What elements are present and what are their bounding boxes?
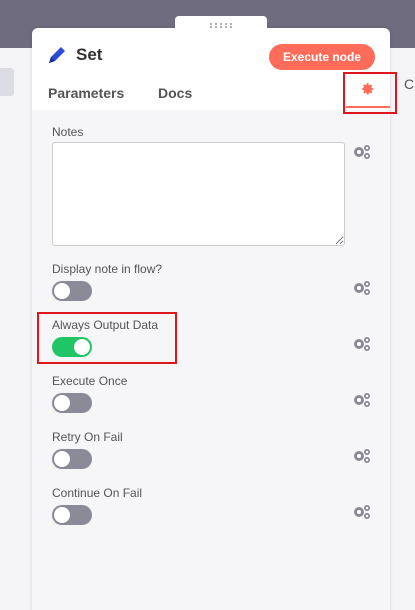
continue-on-fail-toggle[interactable]	[52, 505, 92, 525]
tab-settings[interactable]	[346, 82, 390, 108]
toggle-knob	[54, 451, 70, 467]
retry-on-fail-label: Retry On Fail	[52, 430, 123, 444]
execute-node-button[interactable]: Execute node	[269, 44, 375, 70]
node-title-row[interactable]: Set	[46, 44, 102, 66]
toggle-knob	[54, 395, 70, 411]
toggle-knob	[74, 339, 90, 355]
panel-drag-handle[interactable]	[175, 16, 267, 34]
always-output-label: Always Output Data	[52, 318, 159, 332]
tab-docs[interactable]: Docs	[158, 85, 192, 101]
toggle-knob	[54, 283, 70, 299]
node-title: Set	[76, 45, 103, 64]
panel-header: Set Execute node Parameters Docs	[32, 28, 390, 110]
gear-icon	[362, 83, 374, 95]
pencil-icon	[49, 47, 65, 63]
gear-options-icon[interactable]	[352, 280, 372, 296]
gear-options-icon[interactable]	[352, 144, 372, 160]
continue-on-fail-label: Continue On Fail	[52, 486, 143, 500]
display-note-toggle[interactable]	[52, 281, 92, 301]
gear-options-icon[interactable]	[352, 336, 372, 352]
gear-options-icon[interactable]	[352, 448, 372, 464]
canvas-left-node-stub	[0, 68, 14, 96]
retry-on-fail-toggle[interactable]	[52, 449, 92, 469]
toggle-knob	[54, 507, 70, 523]
tab-parameters[interactable]: Parameters	[48, 85, 124, 101]
canvas-right-text: C	[404, 76, 415, 92]
gear-options-icon[interactable]	[352, 392, 372, 408]
execute-once-label: Execute Once	[52, 374, 128, 388]
display-note-label: Display note in flow?	[52, 262, 163, 276]
notes-textarea[interactable]	[52, 142, 345, 246]
gear-options-icon[interactable]	[352, 504, 372, 520]
execute-once-toggle[interactable]	[52, 393, 92, 413]
always-output-toggle[interactable]	[52, 337, 92, 357]
notes-label: Notes	[52, 125, 84, 139]
drag-grip-icon	[209, 22, 233, 28]
